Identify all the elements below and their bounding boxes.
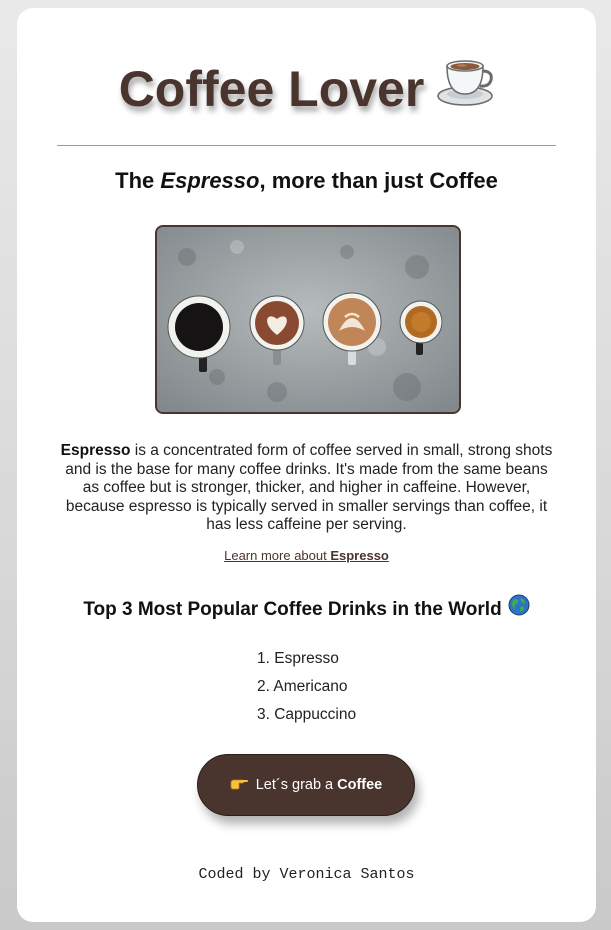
title-divider bbox=[57, 145, 556, 146]
section-heading: The Espresso, more than just Coffee bbox=[17, 168, 596, 194]
title-text: Coffee Lover bbox=[118, 61, 425, 118]
page-title: Coffee Lover bbox=[17, 60, 596, 126]
list-label: Espresso bbox=[274, 650, 339, 667]
page-card: Coffee Lover The Espresso, more than jus… bbox=[17, 8, 596, 922]
heading-prefix: The bbox=[115, 168, 161, 193]
cta-bold: Coffee bbox=[337, 777, 383, 793]
heading-emphasis: Espresso bbox=[160, 168, 260, 193]
popular-heading-text: Top 3 Most Popular Coffee Drinks in the … bbox=[83, 599, 502, 621]
pointing-hand-icon bbox=[230, 776, 248, 794]
learn-more-prefix: Learn more about bbox=[224, 548, 331, 563]
list-number: 2. bbox=[257, 678, 274, 695]
cta-prefix: Let´s grab a bbox=[255, 777, 334, 793]
footer-credit: Coded by Veronica Santos bbox=[198, 866, 415, 883]
list-item: 3. Cappuccino bbox=[257, 704, 356, 732]
popular-heading: Top 3 Most Popular Coffee Drinks in the … bbox=[17, 594, 596, 624]
espresso-description: Espresso is a concentrated form of coffe… bbox=[55, 442, 558, 535]
grab-coffee-button[interactable]: Let´s grab a Coffee bbox=[197, 754, 415, 816]
description-text: is a concentrated form of coffee served … bbox=[65, 442, 553, 533]
learn-more-bold: Espresso bbox=[330, 548, 389, 563]
list-item: 1. Espresso bbox=[257, 648, 356, 676]
globe-icon bbox=[508, 594, 530, 622]
list-item: 2. Americano bbox=[257, 676, 356, 704]
list-label: Cappuccino bbox=[274, 706, 357, 723]
learn-more: Learn more about Espresso bbox=[17, 548, 596, 563]
list-label: Americano bbox=[273, 678, 348, 695]
list-number: 3. bbox=[257, 706, 275, 723]
heading-suffix: , more than just Coffee bbox=[259, 168, 498, 193]
coffee-photo bbox=[155, 225, 461, 414]
description-lead: Espresso bbox=[60, 442, 131, 459]
list-number: 1. bbox=[257, 650, 275, 667]
coffee-cup-icon bbox=[436, 54, 494, 120]
learn-more-link[interactable]: Learn more about Espresso bbox=[224, 548, 389, 563]
popular-list: 1. Espresso 2. Americano 3. Cappuccino bbox=[257, 648, 356, 732]
